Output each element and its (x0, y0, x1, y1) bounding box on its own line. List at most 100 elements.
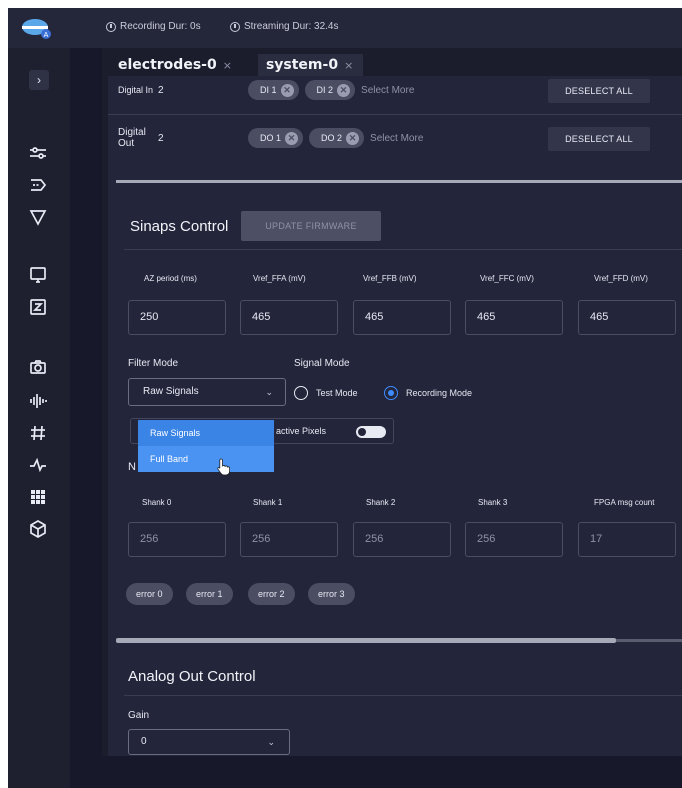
section-divider (124, 249, 682, 250)
shank-3-label: Shank 3 (478, 498, 508, 507)
stream-icon[interactable] (25, 172, 51, 198)
inactive-pixels-toggle[interactable] (356, 426, 386, 438)
deselect-all-button[interactable]: DESELECT ALL (548, 127, 650, 151)
gain-value: 0 (141, 736, 147, 747)
streaming-duration-text: Streaming Dur: 32.4s (244, 21, 339, 32)
digital-out-label-line1: Digital (118, 127, 146, 138)
vref-ffb-label: Vref_FFB (mV) (363, 274, 417, 283)
remove-chip-icon[interactable]: ✕ (337, 83, 351, 97)
signal-mode-label: Signal Mode (294, 358, 350, 369)
digital-in-chip[interactable]: DI 1 ✕ (248, 80, 299, 100)
shank-0-label: Shank 0 (142, 498, 172, 507)
vref-ffc-label: Vref_FFC (mV) (480, 274, 534, 283)
shank-3-value: 256 (465, 522, 563, 557)
digital-out-label: Digital Out (118, 127, 158, 149)
horizontal-scrollbar[interactable] (116, 638, 616, 643)
app-logo-icon: A (22, 19, 51, 39)
gain-select[interactable]: 0 ⌄ (128, 729, 290, 755)
update-firmware-button[interactable]: UPDATE FIRMWARE (241, 211, 381, 241)
shank-2-label: Shank 2 (366, 498, 396, 507)
grid-icon[interactable] (25, 484, 51, 510)
tab-strip: electrodes-0 × system-0 × (110, 54, 364, 76)
camera-icon[interactable] (25, 354, 51, 380)
chip-label: DI 2 (316, 85, 334, 95)
dropdown-option-full-band[interactable]: Full Band (138, 446, 274, 472)
svg-text:A: A (44, 32, 49, 39)
digital-out-label-line2: Out (118, 138, 135, 149)
vref-ffa-input[interactable]: 465 (240, 300, 338, 335)
az-period-label: AZ period (ms) (144, 274, 197, 283)
chevron-down-icon: ⌄ (265, 387, 273, 397)
signal-mode-recording-radio[interactable]: Recording Mode (384, 386, 472, 400)
digital-out-chip[interactable]: DO 1 ✕ (248, 128, 304, 148)
section-label-partial: N (128, 461, 136, 473)
shank-1-label: Shank 1 (253, 498, 283, 507)
digital-out-count: 2 (158, 132, 164, 144)
signal-mode-test-radio[interactable]: Test Mode (294, 386, 358, 400)
tab-electrodes[interactable]: electrodes-0 × (110, 54, 242, 76)
test-mode-label: Test Mode (316, 388, 358, 398)
deselect-all-button[interactable]: DESELECT ALL (548, 79, 650, 103)
error-chip-1[interactable]: error 1 (186, 583, 233, 605)
remove-chip-icon[interactable]: ✕ (346, 131, 360, 145)
error-chip-3[interactable]: error 3 (308, 583, 355, 605)
shank-1-value: 256 (240, 522, 338, 557)
app-window: A Recording Dur: 0s Streaming Dur: 32.4s… (8, 8, 682, 788)
section-divider (124, 695, 682, 696)
system-panel: Digital In 2 DI 1 ✕ DI 2 ✕ Select More D… (108, 76, 682, 756)
z-box-icon[interactable] (25, 294, 51, 320)
row-divider (108, 114, 682, 115)
digital-out-chip[interactable]: DO 2 ✕ (309, 128, 365, 148)
clock-icon (106, 21, 116, 32)
tab-system-label: system-0 (265, 57, 339, 73)
bottom-bar (70, 756, 682, 788)
digital-out-row: Digital Out 2 DO 1 ✕ DO 2 ✕ Select More … (118, 118, 678, 158)
radio-off-icon (294, 386, 308, 400)
filter-mode-dropdown: Raw Signals Full Band (138, 420, 274, 472)
analog-out-title: Analog Out Control (128, 668, 256, 685)
vref-ffd-input[interactable]: 465 (578, 300, 676, 335)
select-more-input[interactable]: Select More (370, 133, 423, 144)
recording-duration-text: Recording Dur: 0s (120, 21, 201, 32)
filter-mode-value: Raw Signals (143, 386, 199, 397)
tab-system[interactable]: system-0 × (257, 54, 364, 76)
digital-in-chip[interactable]: DI 2 ✕ (304, 80, 356, 100)
sidebar-gutter (70, 48, 102, 788)
vref-ffb-input[interactable]: 465 (353, 300, 451, 335)
recording-mode-label: Recording Mode (406, 388, 473, 398)
vref-ffd-label: Vref_FFD (mV) (594, 274, 648, 283)
inactive-pixels-label: active Pixels (276, 426, 327, 436)
section-divider (116, 180, 682, 183)
filter-icon[interactable] (25, 204, 51, 230)
remove-chip-icon[interactable]: ✕ (285, 131, 299, 145)
close-icon[interactable]: × (344, 59, 353, 72)
chip-label: DO 2 (321, 133, 343, 143)
radio-on-icon (384, 386, 398, 400)
hand-cursor-icon (217, 458, 230, 476)
filter-mode-label: Filter Mode (128, 358, 179, 369)
monitor-icon[interactable] (25, 262, 51, 288)
sidebar-expand-button[interactable]: › (29, 70, 49, 90)
vref-ffc-input[interactable]: 465 (465, 300, 563, 335)
gain-label: Gain (128, 710, 150, 721)
hash-icon[interactable] (25, 420, 51, 446)
dropdown-option-raw-signals[interactable]: Raw Signals (138, 420, 274, 446)
shank-0-value: 256 (128, 522, 226, 557)
close-icon[interactable]: × (223, 59, 232, 72)
filter-mode-select[interactable]: Raw Signals ⌄ (128, 378, 286, 406)
pulse-icon[interactable] (25, 452, 51, 478)
fpga-msg-count-label: FPGA msg count (594, 498, 655, 507)
waveform-icon[interactable] (25, 388, 51, 414)
digital-in-count: 2 (158, 84, 164, 96)
remove-chip-icon[interactable]: ✕ (280, 83, 294, 97)
error-chip-2[interactable]: error 2 (248, 583, 295, 605)
az-period-input[interactable]: 250 (128, 300, 226, 335)
sliders-icon[interactable] (25, 140, 51, 166)
chevron-down-icon: ⌄ (267, 737, 275, 747)
digital-in-label: Digital In (118, 84, 154, 95)
cube-icon[interactable] (25, 516, 51, 542)
sinaps-control-title: Sinaps Control (130, 218, 229, 235)
streaming-duration: Streaming Dur: 32.4s (230, 21, 339, 32)
error-chip-0[interactable]: error 0 (126, 583, 173, 605)
select-more-input[interactable]: Select More (361, 85, 414, 96)
